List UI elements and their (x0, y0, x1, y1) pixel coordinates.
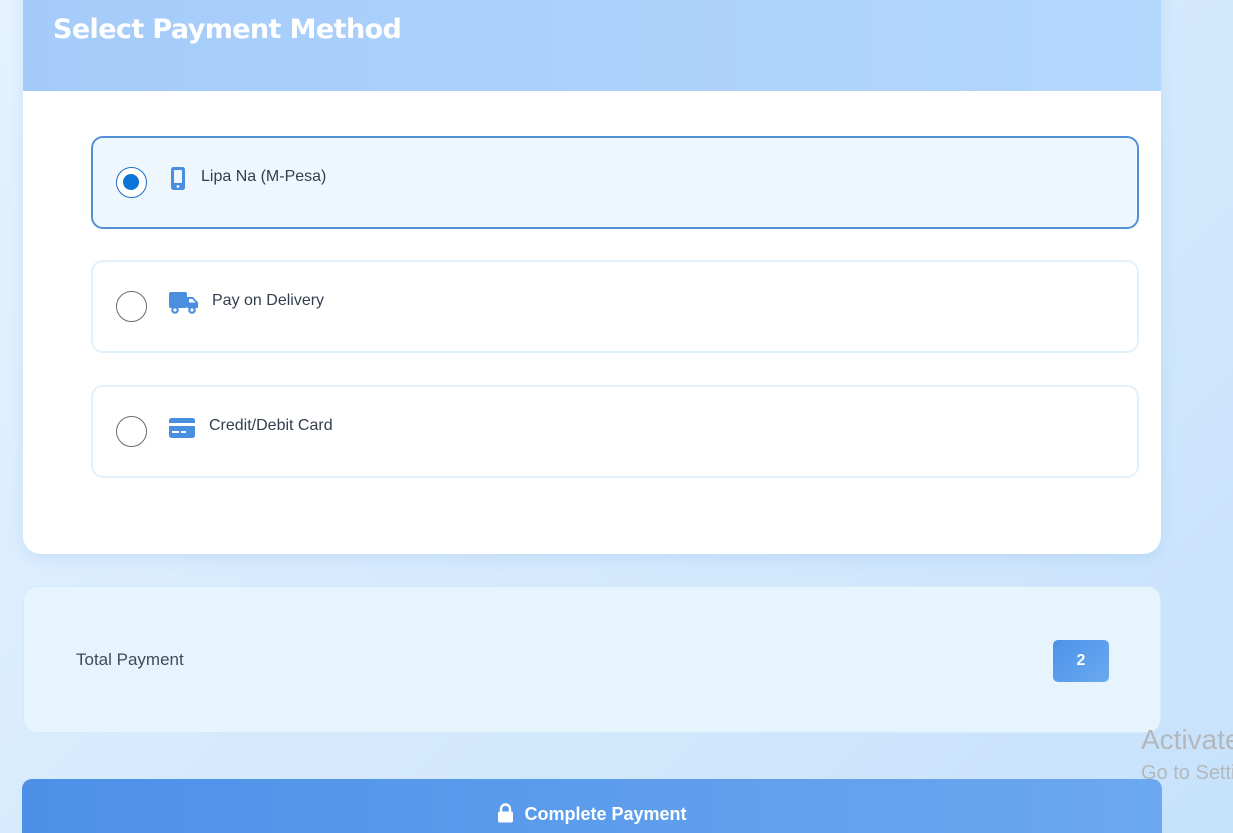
radio-card[interactable] (116, 416, 147, 447)
payment-option-card[interactable]: Credit/Debit Card (91, 385, 1139, 478)
payment-option-delivery[interactable]: Pay on Delivery (91, 260, 1139, 353)
activation-watermark: Activate Go to Settings (1141, 724, 1233, 790)
payment-option-mpesa[interactable]: Lipa Na (M-Pesa) (91, 136, 1139, 229)
credit-card-icon (168, 417, 196, 444)
payment-method-card: Select Payment Method Lipa Na (M-Pesa) P… (23, 0, 1161, 554)
radio-mpesa[interactable] (116, 167, 147, 198)
lock-icon (498, 803, 514, 823)
complete-payment-button[interactable]: Complete Payment (22, 779, 1162, 833)
mobile-phone-icon (168, 166, 188, 197)
watermark-line1: Activate (1141, 724, 1233, 755)
payment-option-label: Credit/Debit Card (209, 417, 333, 434)
watermark-line2: Go to Settings (1141, 762, 1233, 784)
total-payment-label: Total Payment (76, 650, 184, 669)
radio-delivery[interactable] (116, 291, 147, 322)
payment-option-label: Lipa Na (M-Pesa) (201, 168, 327, 185)
complete-payment-label: Complete Payment (524, 804, 687, 824)
total-payment-value: 2 (1053, 640, 1109, 682)
payment-summary: Total Payment 2 (23, 586, 1161, 733)
card-title: Select Payment Method (53, 14, 402, 45)
payment-option-label: Pay on Delivery (212, 292, 325, 309)
card-header: Select Payment Method (23, 0, 1161, 91)
delivery-truck-icon (168, 291, 199, 321)
